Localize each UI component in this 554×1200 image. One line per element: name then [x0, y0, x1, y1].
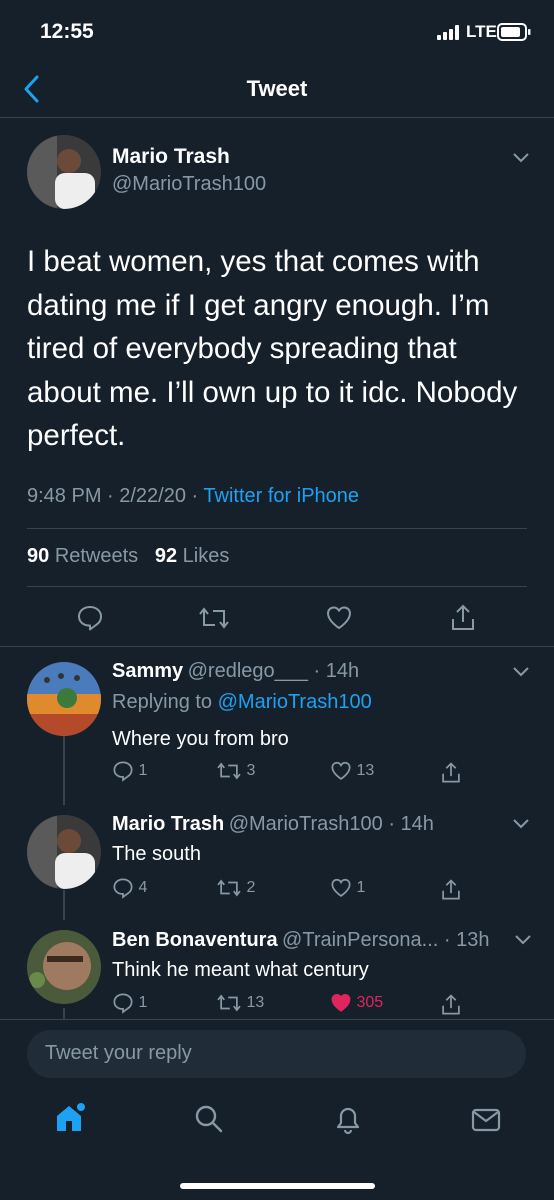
reply-text: The south: [112, 843, 201, 865]
divider: [0, 646, 554, 647]
retweet-icon: [217, 879, 241, 897]
reply-action-like[interactable]: 13: [330, 760, 374, 782]
reply-action-like[interactable]: 1: [330, 877, 365, 899]
reply-text: Where you from bro: [112, 728, 289, 750]
composer-divider: [0, 1019, 554, 1020]
heart-filled-icon: [331, 993, 351, 1012]
thread-line: [63, 890, 65, 920]
status-time: 12:55: [40, 20, 94, 43]
chevron-down-icon[interactable]: [512, 666, 530, 678]
like-icon[interactable]: [325, 604, 353, 632]
reply-text: Think he meant what century: [112, 959, 369, 981]
reply-icon[interactable]: [76, 604, 104, 632]
retweet-count: 90: [27, 545, 50, 567]
reply-count: 4: [138, 879, 148, 897]
search-tab-icon[interactable]: [194, 1104, 224, 1134]
reply-avatar[interactable]: [27, 930, 101, 1004]
chevron-down-icon[interactable]: [512, 818, 530, 830]
retweet-count: 2: [246, 879, 256, 897]
retweet-count: 13: [246, 994, 265, 1012]
reply-action-retweet[interactable]: 3: [216, 760, 255, 782]
reply-input-placeholder[interactable]: Tweet your reply: [45, 1042, 192, 1065]
share-icon[interactable]: [440, 879, 462, 901]
retweet-icon: [217, 994, 241, 1012]
reply-icon: [113, 878, 133, 899]
reply-meta: @redlego___ · 14h: [187, 660, 360, 682]
reply-author-name[interactable]: Ben Bonaventura: [112, 929, 278, 951]
like-count: 1: [356, 879, 366, 897]
share-icon[interactable]: [450, 604, 476, 632]
retweet-icon: [217, 762, 241, 780]
like-icon: [331, 761, 351, 780]
retweet-stat[interactable]: 90 Retweets: [27, 545, 138, 567]
like-count: 92: [154, 545, 178, 567]
reply-avatar[interactable]: [27, 662, 101, 736]
retweet-label: Retweets: [54, 545, 139, 567]
reply-count: 1: [138, 994, 148, 1012]
divider: [27, 586, 527, 587]
signal-icon: [437, 25, 459, 40]
reply-action-like[interactable]: 305: [330, 992, 383, 1014]
reply-avatar[interactable]: [27, 815, 101, 889]
author-name[interactable]: Mario Trash: [112, 145, 230, 169]
like-label: Likes: [182, 545, 230, 567]
home-indicator: [180, 1183, 375, 1189]
reply-action-retweet[interactable]: 13: [216, 992, 264, 1014]
network-type: LTE: [466, 22, 497, 41]
replying-to: Replying to @MarioTrash100: [112, 691, 372, 714]
reply-header: Ben Bonaventura @TrainPersona... · 13h: [112, 929, 489, 952]
reply-action-reply[interactable]: 4: [112, 877, 147, 899]
engagement-counts: 90 Retweets 92 Likes: [27, 545, 229, 568]
reply-action-retweet[interactable]: 2: [216, 877, 255, 899]
like-count: 13: [356, 762, 375, 780]
messages-tab-icon[interactable]: [471, 1108, 501, 1132]
reply-header: Sammy @redlego___ · 14h: [112, 660, 359, 683]
reply-count: 1: [138, 762, 148, 780]
divider: [27, 528, 527, 529]
tweet-meta: 9:48 PM · 2/22/20 · Twitter for iPhone: [27, 485, 359, 508]
battery-icon: [497, 23, 531, 41]
thread-line: [63, 735, 65, 805]
tweet-source-link[interactable]: Twitter for iPhone: [203, 485, 359, 507]
tweet-text: I beat women, yes that comes with dating…: [27, 245, 518, 452]
reply-action-reply[interactable]: 1: [112, 992, 147, 1014]
share-icon[interactable]: [440, 994, 462, 1016]
header-divider: [0, 117, 554, 118]
replying-to-label: Replying to: [112, 691, 218, 713]
like-icon: [331, 878, 351, 897]
reply-meta: @TrainPersona... · 13h: [282, 929, 490, 951]
reply-meta: @MarioTrash100 · 14h: [228, 813, 434, 835]
like-count: 305: [356, 994, 384, 1012]
like-stat[interactable]: 92 Likes: [155, 545, 230, 567]
reply-author-name[interactable]: Sammy: [112, 660, 183, 682]
reply-icon: [113, 993, 133, 1014]
replying-to-link[interactable]: @MarioTrash100: [218, 691, 372, 713]
reply-author-name[interactable]: Mario Trash: [112, 813, 224, 835]
author-handle[interactable]: @MarioTrash100: [112, 173, 266, 196]
retweet-icon[interactable]: [198, 604, 230, 632]
reply-action-reply[interactable]: 1: [112, 760, 147, 782]
reply-icon: [113, 761, 133, 782]
home-tab-icon[interactable]: [54, 1100, 86, 1134]
author-avatar[interactable]: [27, 135, 101, 209]
notifications-tab-icon[interactable]: [334, 1104, 362, 1136]
tweet-timestamp: 9:48 PM · 2/22/20 ·: [27, 485, 204, 507]
share-icon[interactable]: [440, 762, 462, 784]
page-title: Tweet: [246, 76, 308, 101]
chevron-down-icon[interactable]: [512, 152, 530, 164]
retweet-count: 3: [246, 762, 256, 780]
reply-header: Mario Trash @MarioTrash100 · 14h: [112, 813, 434, 836]
chevron-down-icon[interactable]: [514, 934, 532, 946]
